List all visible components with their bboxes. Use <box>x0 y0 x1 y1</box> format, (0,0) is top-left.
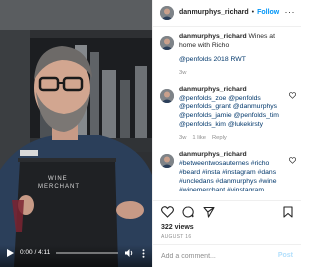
paper-plane-icon <box>203 206 215 218</box>
heart-icon <box>160 205 174 218</box>
comment-time: 3w <box>179 135 187 142</box>
heart-icon[interactable] <box>288 91 297 99</box>
volume-icon[interactable] <box>124 248 134 258</box>
avatar[interactable] <box>160 154 174 169</box>
video-player[interactable]: WINE MERCHANT 0:00 / 4:11 <box>0 0 152 267</box>
apron-text-top: WINE <box>48 176 68 182</box>
apron-text-bottom: MERCHANT <box>38 184 80 190</box>
post-header: danmurphys_richard • Follow ··· <box>153 0 301 27</box>
comment-tags[interactable]: @penfolds 2018 RWT <box>179 56 291 65</box>
comment-body: danmurphys_richard #betweentwosauternes … <box>179 151 291 191</box>
post-side-panel: danmurphys_richard • Follow ··· danmurph… <box>152 0 301 267</box>
save-button[interactable] <box>281 205 295 219</box>
follow-button[interactable]: Follow <box>257 8 279 17</box>
comment-time: 3w <box>179 69 187 76</box>
more-options-icon[interactable] <box>138 248 148 258</box>
comment-likes[interactable]: 1 like <box>192 135 206 143</box>
comment-username[interactable]: danmurphys_richard <box>179 151 291 160</box>
comments-list[interactable]: danmurphys_richard Wines at home with Ri… <box>153 33 301 191</box>
post-date[interactable]: AUGUST 16 <box>161 234 191 241</box>
comment-body: danmurphys_richard @penfolds_zoe @penfol… <box>179 86 291 143</box>
list-item: danmurphys_richard @penfolds_zoe @penfol… <box>153 86 301 143</box>
avatar[interactable] <box>160 88 174 103</box>
play-icon[interactable] <box>4 247 16 259</box>
caption-body: danmurphys_richard Wines at home with Ri… <box>179 33 291 78</box>
video-control-bar: 0:00 / 4:11 <box>0 247 152 259</box>
header-username[interactable]: danmurphys_richard <box>179 8 249 17</box>
post-options-button[interactable]: ··· <box>285 7 296 19</box>
video-time: 0:00 / 4:11 <box>20 248 51 256</box>
list-item: danmurphys_richard #betweentwosauternes … <box>153 151 301 191</box>
video-controls: 0:00 / 4:11 <box>0 245 152 267</box>
comment-icon <box>182 205 194 218</box>
header-separator: • <box>251 9 255 17</box>
comment-button[interactable] <box>181 205 195 219</box>
comment-tags[interactable]: @penfolds_zoe @penfolds @penfolds_grant … <box>179 95 291 131</box>
share-button[interactable] <box>202 205 216 219</box>
comment-username[interactable]: danmurphys_richard <box>179 86 291 95</box>
heart-icon[interactable] <box>288 157 297 164</box>
bookmark-icon <box>283 205 293 218</box>
comment-input[interactable] <box>161 252 271 260</box>
comment-tags[interactable]: #betweentwosauternes #richo #beard #inst… <box>179 160 291 191</box>
view-count[interactable]: 322 views <box>161 223 194 232</box>
post-actions <box>153 200 301 222</box>
video-frame <box>0 0 152 267</box>
comment-meta: 3w 1 like Reply <box>179 135 291 143</box>
comment-username[interactable]: danmurphys_richard <box>179 33 247 40</box>
add-comment-bar: Post <box>153 244 301 267</box>
comment-meta: 3w <box>179 70 291 78</box>
avatar[interactable] <box>160 36 174 50</box>
caption: danmurphys_richard Wines at home with Ri… <box>153 33 301 78</box>
post-comment-button[interactable]: Post <box>278 251 293 260</box>
video-scrubber[interactable] <box>56 252 118 254</box>
reply-button[interactable]: Reply <box>212 135 227 143</box>
like-button[interactable] <box>160 205 174 219</box>
avatar[interactable] <box>160 6 174 20</box>
instagram-post: WINE MERCHANT 0:00 / 4:11 danmurphys_ric… <box>0 0 301 267</box>
